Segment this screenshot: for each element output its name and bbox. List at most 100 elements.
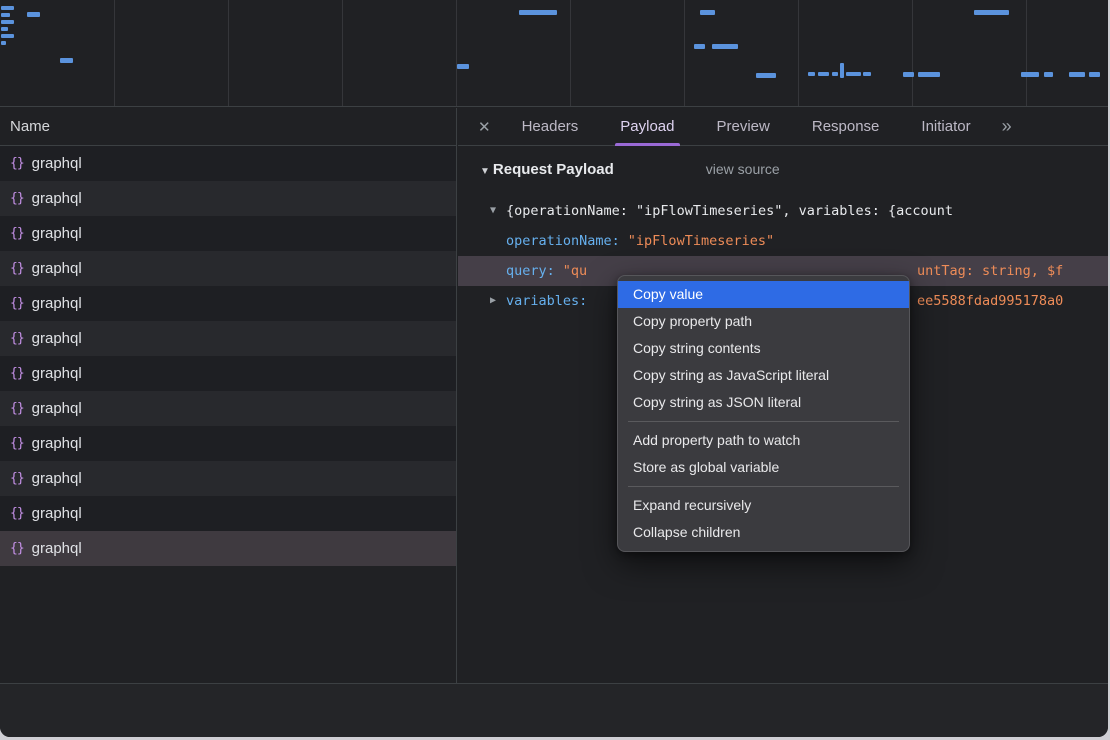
property-key: operationName: [506,233,620,249]
menu-item-add-property-path-to-watch[interactable]: Add property path to watch [618,427,909,454]
timeline-activity-bar [756,73,776,78]
network-overview-timeline[interactable] [0,0,1108,107]
tab-payload[interactable]: Payload [620,108,674,146]
section-title: Request Payload [493,161,614,178]
timeline-activity-bar [700,10,715,15]
timeline-gridline [684,0,685,106]
request-row[interactable]: {} graphql [0,321,456,356]
request-name: graphql [32,470,82,487]
timeline-gridline [114,0,115,106]
chevron-double-right-icon[interactable]: » [1002,116,1012,137]
request-name: graphql [32,435,82,452]
json-braces-icon: {} [10,156,24,171]
menu-item-copy-value[interactable]: Copy value [618,281,909,308]
request-row[interactable]: {} graphql [0,496,456,531]
payload-root-preview: {operationName: "ipFlowTimeseries", vari… [506,203,953,219]
timeline-activity-bar [974,10,1009,15]
timeline-gridline [342,0,343,106]
menu-item-copy-property-path[interactable]: Copy property path [618,308,909,335]
view-source-link[interactable]: view source [706,161,780,177]
request-name: graphql [32,505,82,522]
request-row[interactable]: {}graphql [0,356,456,391]
timeline-activity-bar [694,44,705,49]
timeline-activity-bar [1,13,10,17]
request-name: graphql [32,330,82,347]
triangle-right-icon[interactable]: ▶ [490,286,496,316]
menu-item-copy-string-contents[interactable]: Copy string contents [618,335,909,362]
triangle-down-icon[interactable]: ▼ [490,196,496,226]
menu-item-collapse-children[interactable]: Collapse children [618,519,909,546]
request-name: graphql [32,400,82,417]
requests-panel: Name {}graphql{}graphql{}graphql{}graphq… [0,108,457,683]
tab-headers[interactable]: Headers [522,108,579,146]
name-column-label: Name [10,118,50,135]
tab-initiator[interactable]: Initiator [921,108,970,146]
request-row[interactable]: {} graphql [0,146,456,181]
timeline-activity-bar [1069,72,1085,77]
timeline-gridline [1026,0,1027,106]
json-braces-icon: {} [10,436,24,451]
timeline-activity-bar [27,12,40,17]
timeline-activity-bar [832,72,838,76]
timeline-activity-bar [846,72,861,76]
details-tabs-bar: ✕ Headers Payload Preview Response Initiator… [458,108,1108,146]
request-payload-section-header: ▼ Request Payload view source [458,147,1108,184]
property-key: query: [506,263,555,279]
request-row[interactable]: {} graphql [0,251,456,286]
tab-response[interactable]: Response [812,108,880,146]
network-summary-bar [0,683,1108,737]
timeline-activity-bar [1,6,14,10]
json-braces-icon: {} [10,331,24,346]
request-name: graphql [32,190,82,207]
request-name: graphql [32,155,82,172]
payload-root-row[interactable]: ▼ {operationName: "ipFlowTimeseries", va… [458,196,1108,226]
json-braces-icon: {} [10,296,24,311]
menu-separator [628,486,899,487]
timeline-activity-bar [1,34,14,38]
menu-item-expand-recursively[interactable]: Expand recursively [618,492,909,519]
timeline-activity-bar [1,20,14,24]
request-row[interactable]: {} graphql [0,426,456,461]
menu-separator [628,421,899,422]
property-value-continued: ee5588fdad995178a0 [917,286,1063,316]
request-name: graphql [32,295,82,312]
timeline-activity-bar [903,72,914,77]
json-braces-icon: {} [10,366,24,381]
request-name: graphql [32,260,82,277]
request-name: graphql [32,540,82,557]
tab-preview[interactable]: Preview [717,108,770,146]
menu-item-copy-string-as-javascript-literal[interactable]: Copy string as JavaScript literal [618,362,909,389]
request-list: {} graphql {} graphql {} graphql {} graphql {} gr… [0,146,456,566]
property-value: "qu [563,263,587,279]
close-icon[interactable]: ✕ [478,118,491,136]
json-braces-icon: {} [10,506,24,521]
request-row[interactable]: {} graphql [0,216,456,251]
name-column-header[interactable]: Name [0,108,456,146]
request-row[interactable]: {}graphql [0,531,456,566]
request-row[interactable]: {} graphql [0,391,456,426]
json-braces-icon: {} [10,191,24,206]
request-name: graphql [32,225,82,242]
timeline-activity-bar [808,72,815,76]
json-braces-icon: {} [10,226,24,241]
details-tabs: Headers Payload Preview Response Initiator [501,108,992,146]
menu-item-copy-string-as-json-literal[interactable]: Copy string as JSON literal [618,389,909,416]
property-value-continued: untTag: string, $f [917,256,1063,286]
timeline-activity-bar [1044,72,1053,77]
timeline-activity-bar [1,41,6,45]
menu-item-store-as-global-variable[interactable]: Store as global variable [618,454,909,481]
request-row[interactable]: {} graphql [0,286,456,321]
context-menu: Copy valueCopy property pathCopy string … [617,275,910,552]
request-row[interactable]: {}graphql [0,461,456,496]
payload-row-operation-name[interactable]: operationName: "ipFlowTimeseries" [458,226,1108,256]
timeline-activity-bar [457,64,469,69]
json-braces-icon: {} [10,261,24,276]
request-row[interactable]: {} graphql [0,181,456,216]
timeline-activity-bar [712,44,738,49]
timeline-activity-bar [818,72,829,76]
timeline-gridline [798,0,799,106]
triangle-down-icon[interactable]: ▼ [480,166,490,177]
json-braces-icon: {} [10,401,24,416]
property-value: "ipFlowTimeseries" [628,233,774,249]
timeline-activity-bar [519,10,557,15]
